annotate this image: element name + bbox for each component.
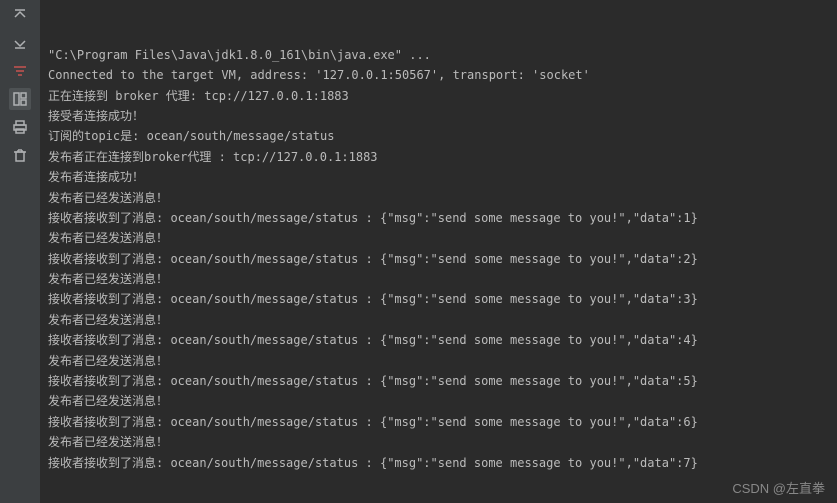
console-line: 接收者接收到了消息: ocean/south/message/status : … [48,330,829,350]
console-line: 接收者接收到了消息: ocean/south/message/status : … [48,289,829,309]
console-line: 接收者接收到了消息: ocean/south/message/status : … [48,453,829,473]
console-line: 发布者已经发送消息！ [48,188,829,208]
expand-up-icon[interactable] [9,4,31,26]
console-line: 接收者接收到了消息: ocean/south/message/status : … [48,249,829,269]
console-line: 接收者接收到了消息: ocean/south/message/status : … [48,208,829,228]
console-line: Connected to the target VM, address: '12… [48,65,829,85]
layout-icon[interactable] [9,88,31,110]
console-line: 发布者连接成功！ [48,167,829,187]
console-line: 发布者已经发送消息！ [48,269,829,289]
console-line: 发布者正在连接到broker代理 : tcp://127.0.0.1:1883 [48,147,829,167]
console-line: 发布者已经发送消息！ [48,391,829,411]
console-line: "C:\Program Files\Java\jdk1.8.0_161\bin\… [48,45,829,65]
print-icon[interactable] [9,116,31,138]
console-line: 发布者已经发送消息！ [48,228,829,248]
console-line: 发布者已经发送消息！ [48,351,829,371]
console-line: 接收者接收到了消息: ocean/south/message/status : … [48,371,829,391]
console-output[interactable]: "C:\Program Files\Java\jdk1.8.0_161\bin\… [40,0,837,503]
console-line: 发布者已经发送消息！ [48,310,829,330]
watermark: CSDN @左直拳 [732,478,825,497]
console-line: 接收者接收到了消息: ocean/south/message/status : … [48,412,829,432]
expand-down-icon[interactable] [9,32,31,54]
console-line: 正在连接到 broker 代理: tcp://127.0.0.1:1883 [48,86,829,106]
trash-icon[interactable] [9,144,31,166]
console-line: 发布者已经发送消息！ [48,432,829,452]
console-sidebar [0,0,40,503]
console-line: 接受者连接成功！ [48,106,829,126]
filter-icon[interactable] [9,60,31,82]
console-line: 订阅的topic是: ocean/south/message/status [48,126,829,146]
